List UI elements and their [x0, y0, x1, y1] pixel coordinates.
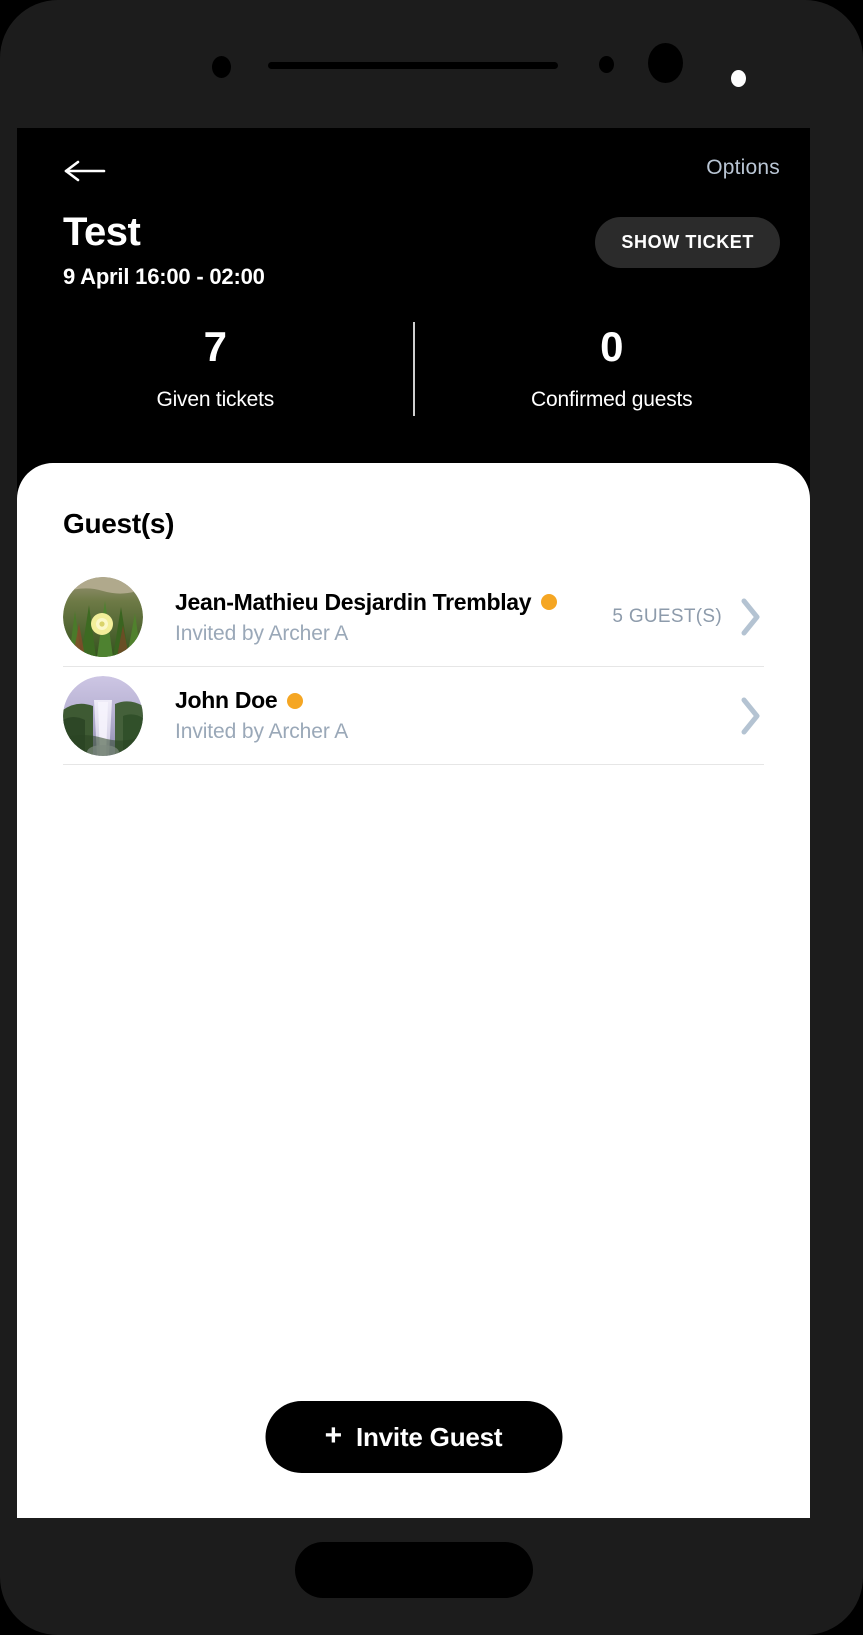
- guest-info: Jean-Mathieu Desjardin Tremblay Invited …: [143, 589, 612, 646]
- app-screen: Options Test 9 April 16:00 - 02:00 SHOW …: [17, 128, 810, 1518]
- guest-name-line: John Doe: [175, 687, 722, 714]
- invite-guest-button[interactable]: + Invite Guest: [265, 1401, 562, 1473]
- chevron-right-icon[interactable]: [738, 595, 764, 639]
- chevron-right-icon[interactable]: [738, 694, 764, 738]
- pending-status-dot: [541, 594, 558, 610]
- back-button[interactable]: [62, 156, 106, 186]
- stat-label: Given tickets: [156, 388, 275, 411]
- stat-confirmed-guests: 0 Confirmed guests: [414, 318, 811, 438]
- guest-name-line: Jean-Mathieu Desjardin Tremblay: [175, 589, 612, 616]
- waterfall-photo-avatar: [63, 675, 143, 756]
- stat-value: 7: [203, 323, 227, 370]
- chevron-right-glyph: [741, 697, 760, 734]
- flower-photo-avatar: [63, 577, 143, 657]
- proximity-sensor-icon: [212, 56, 231, 78]
- ambient-sensor-icon: [599, 56, 614, 73]
- earpiece-speaker: [268, 62, 558, 69]
- pending-status-dot: [287, 692, 304, 709]
- arrow-left-icon: [64, 160, 106, 182]
- plus-icon: +: [324, 1419, 343, 1452]
- status-led-icon: [731, 70, 746, 87]
- guest-list-item[interactable]: John Doe Invited by Archer A: [63, 666, 764, 764]
- guest-invited-by: Invited by Archer A: [175, 720, 349, 743]
- chevron-right-glyph: [741, 598, 760, 636]
- guest-list-item[interactable]: Jean-Mathieu Desjardin Tremblay Invited …: [63, 568, 764, 666]
- event-header: Options Test 9 April 16:00 - 02:00 SHOW …: [17, 128, 810, 463]
- list-divider: [63, 764, 764, 765]
- home-indicator[interactable]: [295, 1542, 533, 1598]
- guest-list: Jean-Mathieu Desjardin Tremblay Invited …: [17, 568, 810, 765]
- invite-guest-label: Invite Guest: [355, 1421, 503, 1452]
- guest-name: Jean-Mathieu Desjardin Tremblay: [175, 588, 532, 615]
- front-camera-icon: [648, 43, 683, 83]
- stat-given-tickets: 7 Given tickets: [17, 318, 414, 438]
- stat-value: 0: [600, 323, 624, 370]
- guest-name: John Doe: [175, 687, 278, 713]
- event-datetime: 9 April 16:00 - 02:00: [63, 264, 265, 289]
- event-stats: 7 Given tickets 0 Confirmed guests: [17, 318, 810, 438]
- phone-sensor-bar: [0, 0, 863, 128]
- page-title: Test: [63, 210, 141, 254]
- stat-label: Confirmed guests: [531, 388, 693, 411]
- guest-sheet: Guest(s) Jean-Mathieu Desjardin Tremblay…: [17, 463, 810, 1518]
- phone-frame: Options Test 9 April 16:00 - 02:00 SHOW …: [0, 0, 863, 1635]
- avatar: [63, 577, 143, 657]
- guest-invited-by: Invited by Archer A: [175, 621, 349, 645]
- options-button[interactable]: Options: [706, 156, 780, 180]
- guest-count-label: 5 GUEST(S): [612, 606, 722, 627]
- guest-info: John Doe Invited by Archer A: [143, 687, 722, 744]
- guests-section-title: Guest(s): [63, 508, 175, 539]
- show-ticket-button[interactable]: SHOW TICKET: [595, 217, 780, 268]
- avatar: [63, 675, 143, 756]
- nav-bar: Options: [17, 146, 810, 196]
